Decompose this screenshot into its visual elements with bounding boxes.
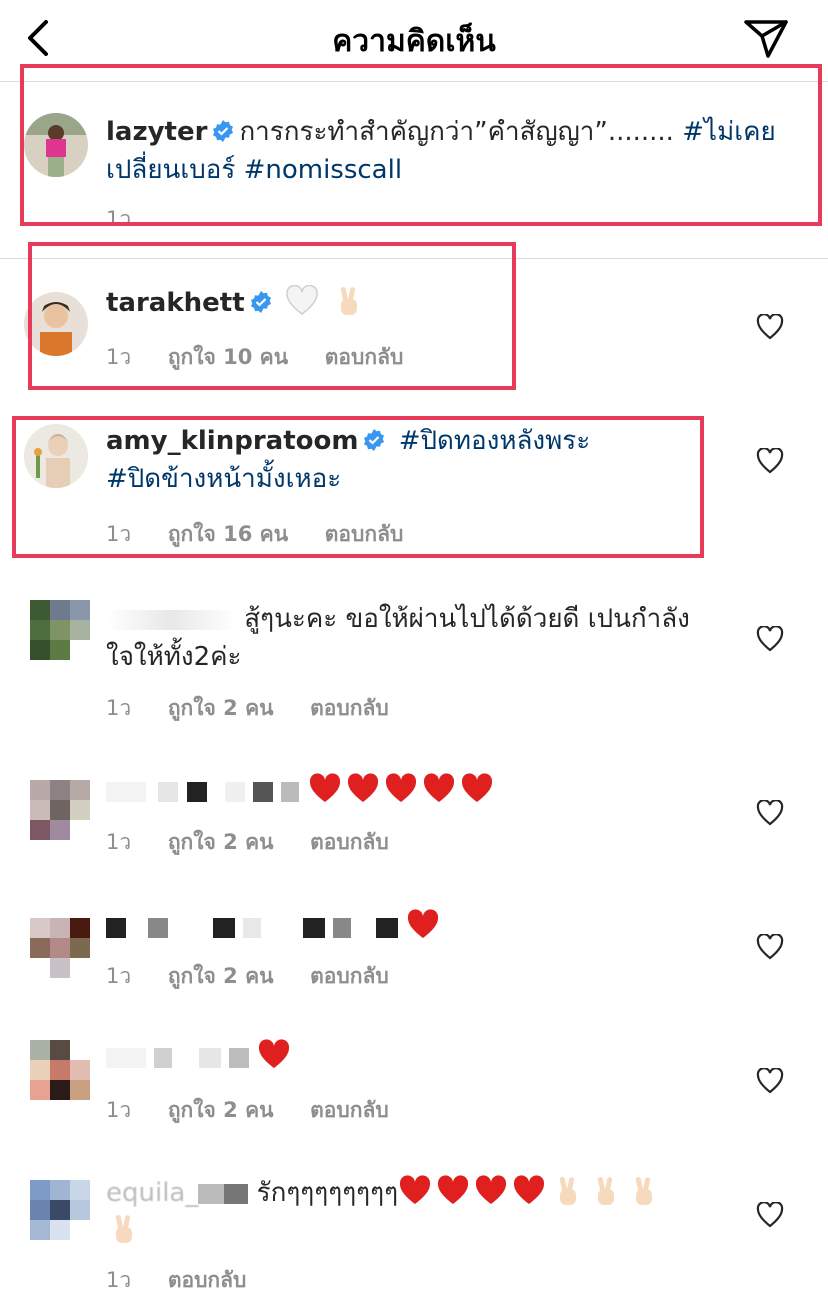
comment-meta: 1ว ถูกใจ 2 คน ตอบกลับ bbox=[106, 692, 419, 725]
like-button[interactable] bbox=[756, 1067, 784, 1094]
paper-plane-icon bbox=[744, 20, 788, 58]
annotation-box bbox=[20, 64, 822, 226]
reply-button[interactable]: ตอบกลับ bbox=[310, 1098, 389, 1122]
red-heart-icon bbox=[475, 1175, 507, 1204]
reply-button[interactable]: ตอบกลับ bbox=[310, 964, 389, 988]
like-button[interactable] bbox=[756, 933, 784, 960]
red-heart-icon bbox=[385, 773, 416, 802]
redacted-username bbox=[106, 1047, 146, 1068]
page-title: ความคิดเห็น bbox=[332, 24, 496, 59]
comment-username[interactable]: equila_ bbox=[106, 1174, 198, 1212]
reply-button[interactable]: ตอบกลับ bbox=[168, 1268, 247, 1292]
avatar[interactable] bbox=[30, 1040, 90, 1100]
like-button[interactable] bbox=[756, 447, 784, 474]
like-count[interactable]: ถูกใจ 2 คน bbox=[168, 964, 274, 988]
share-button[interactable] bbox=[740, 14, 792, 62]
redacted-username bbox=[106, 609, 236, 630]
avatar[interactable] bbox=[30, 600, 90, 660]
reply-button[interactable]: ตอบกลับ bbox=[310, 696, 389, 720]
comment-meta: 1ว ถูกใจ 2 คน ตอบกลับ bbox=[106, 960, 419, 993]
like-count[interactable]: ถูกใจ 2 คน bbox=[168, 830, 274, 854]
comment-time: 1ว bbox=[106, 964, 132, 988]
red-heart-icon bbox=[309, 773, 340, 802]
red-heart-icon bbox=[423, 773, 454, 802]
victory-hand-icon bbox=[597, 1177, 615, 1205]
heart-outline-icon bbox=[756, 1067, 784, 1094]
heart-outline-icon bbox=[756, 625, 784, 652]
like-count[interactable]: ถูกใจ 2 คน bbox=[168, 696, 274, 720]
avatar[interactable] bbox=[30, 1180, 90, 1240]
comment-text: รักๆๆๆๆๆๆๆๆ bbox=[256, 1178, 399, 1208]
annotation-box bbox=[28, 242, 516, 390]
comment-text: สู้ๆนะคะ ขอให้ผ่านไปได้ด้วยดี เปนกำลัง bbox=[244, 604, 690, 634]
comment-meta: 1ว ถูกใจ 2 คน ตอบกลับ bbox=[106, 1094, 419, 1127]
red-heart-icon bbox=[399, 1175, 431, 1204]
like-button[interactable] bbox=[756, 1201, 784, 1228]
red-heart-icon bbox=[461, 773, 492, 802]
red-heart-icon bbox=[513, 1175, 545, 1204]
annotation-box bbox=[12, 416, 704, 558]
victory-hand-icon bbox=[635, 1177, 653, 1205]
redacted-username bbox=[106, 781, 146, 802]
red-heart-icon bbox=[437, 1175, 469, 1204]
comment-meta: 1ว ตอบกลับ bbox=[106, 1264, 276, 1297]
like-button[interactable] bbox=[756, 625, 784, 652]
heart-outline-icon bbox=[756, 933, 784, 960]
comment-text: ใจให้ทั้ง2ค่ะ bbox=[106, 642, 242, 672]
avatar[interactable] bbox=[30, 780, 90, 840]
red-heart-icon bbox=[258, 1039, 290, 1068]
comment-time: 1ว bbox=[106, 1098, 132, 1122]
comment-time: 1ว bbox=[106, 696, 132, 720]
victory-hand-icon bbox=[115, 1215, 132, 1243]
redacted-username bbox=[106, 917, 126, 938]
victory-hand-icon bbox=[559, 1177, 577, 1205]
like-button[interactable] bbox=[756, 313, 784, 340]
like-button[interactable] bbox=[756, 799, 784, 826]
red-heart-icon bbox=[347, 773, 378, 802]
like-count[interactable]: ถูกใจ 2 คน bbox=[168, 1098, 274, 1122]
heart-outline-icon bbox=[756, 799, 784, 826]
heart-outline-icon bbox=[756, 1201, 784, 1228]
red-heart-icon bbox=[407, 909, 438, 938]
reply-button[interactable]: ตอบกลับ bbox=[310, 830, 389, 854]
heart-outline-icon bbox=[756, 447, 784, 474]
comment-meta: 1ว ถูกใจ 2 คน ตอบกลับ bbox=[106, 826, 419, 859]
avatar[interactable] bbox=[30, 918, 90, 978]
comment-time: 1ว bbox=[106, 830, 132, 854]
comment-time: 1ว bbox=[106, 1268, 132, 1292]
heart-outline-icon bbox=[756, 313, 784, 340]
